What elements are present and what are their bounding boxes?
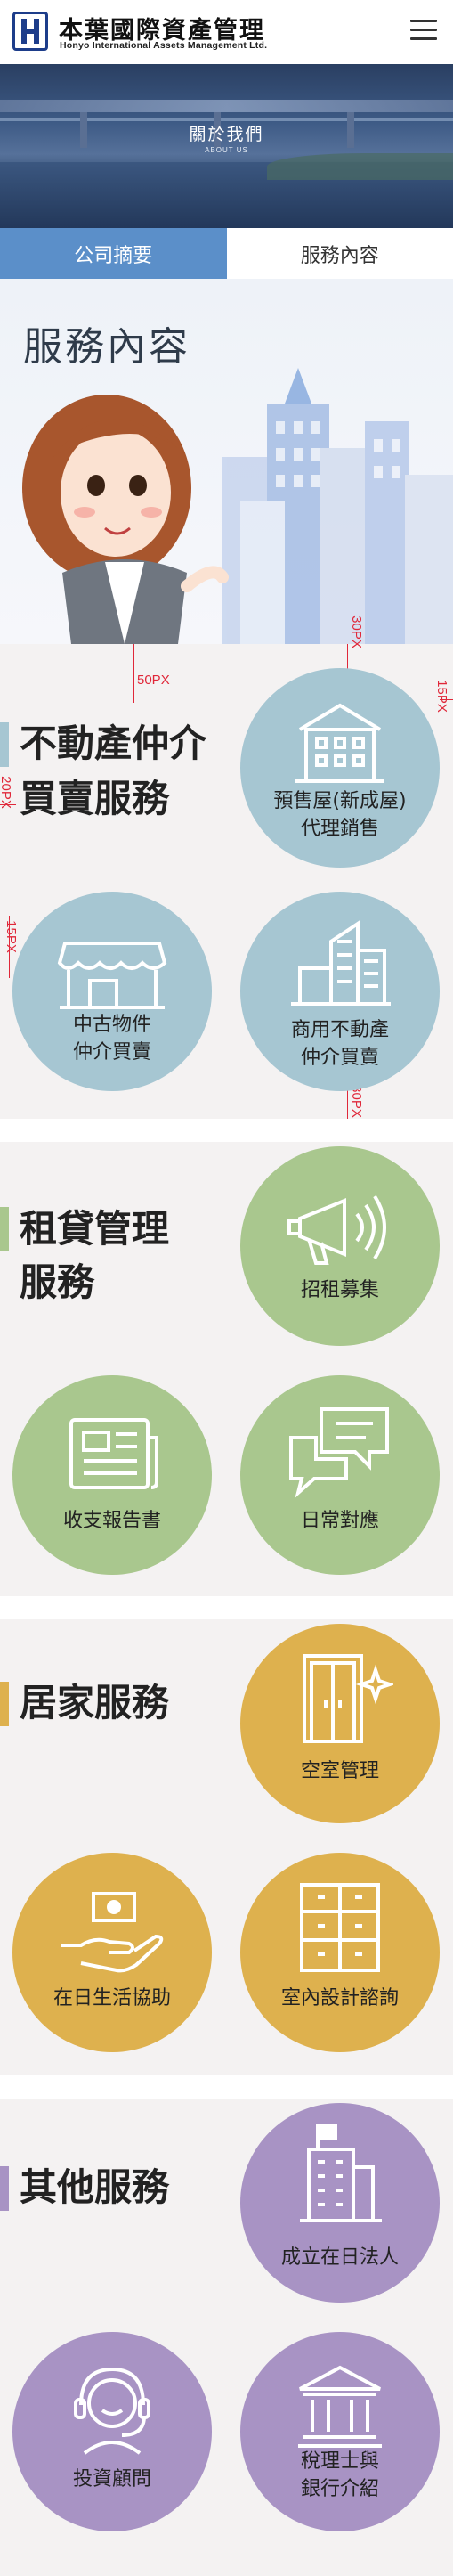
newspaper-icon [69, 1418, 158, 1489]
chat-icon [289, 1407, 389, 1498]
section-title: 居家服務 [20, 1681, 170, 1724]
city-icon [291, 920, 391, 1006]
service-label: 預售屋(新成屋) [273, 790, 407, 812]
section-home: 居家服務 空室管理 在日生活協助 室內設計諮詢 [0, 1619, 453, 2075]
service-presale-agency[interactable]: 預售屋(新成屋) 代理銷售 [240, 668, 440, 868]
service-label: 成立在日法人 [280, 2246, 399, 2269]
service-corporation-setup[interactable]: 成立在日法人 [240, 2103, 440, 2303]
section-title: 服務 [20, 1260, 95, 1304]
headset-icon [74, 2367, 150, 2455]
megaphone-icon [287, 1194, 386, 1265]
tab-bar: 公司摘要 服務內容 [0, 228, 453, 279]
tab-company-summary[interactable]: 公司摘要 [0, 228, 227, 279]
service-label: 投資顧問 [72, 2468, 151, 2490]
service-label: 代理銷售 [300, 818, 379, 840]
tab-services[interactable]: 服務內容 [226, 228, 453, 279]
service-investment-advice[interactable]: 投資顧問 [12, 2332, 212, 2531]
service-label: 在日生活協助 [53, 1987, 171, 2009]
service-label: 仲介買賣 [72, 1041, 151, 1064]
section-title: 不動產仲介 [20, 721, 207, 765]
section-real-estate: 50PX 30PX 15PX 20PX 15PX 30PX 不動產仲介 買賣服務… [0, 615, 453, 1119]
shore-image [267, 153, 453, 180]
service-label: 銀行介紹 [300, 2478, 379, 2500]
measure-label: 50PX [137, 673, 170, 688]
measure-line [347, 644, 348, 671]
shop-icon [57, 942, 167, 1009]
hero-illustration [22, 368, 453, 644]
service-label: 中古物件 [72, 1014, 151, 1036]
service-label: 收支報告書 [62, 1510, 161, 1532]
section-other: 其他服務 成立在日法人 投資顧問 稅理士與 銀行介紹 [0, 2099, 453, 2576]
brand-name-en: Honyo International Assets Management Lt… [60, 40, 268, 51]
service-financial-report[interactable]: 收支報告書 [12, 1375, 212, 1575]
service-used-property[interactable]: 中古物件 仲介買賣 [12, 892, 212, 1091]
service-vacancy-management[interactable]: 空室管理 [240, 1624, 440, 1823]
hand-money-icon [61, 1892, 164, 1973]
section-title: 買賣服務 [20, 777, 170, 820]
cabinet-icon [300, 1883, 380, 1972]
section-divider [0, 2075, 453, 2099]
page-banner: 關於我們 ABOUT US [0, 64, 453, 228]
section-title: 其他服務 [20, 2165, 170, 2209]
section-divider [0, 1596, 453, 1619]
service-label: 招租募集 [300, 1279, 379, 1301]
measure-line [133, 644, 134, 703]
section-divider [0, 1119, 453, 1142]
banner-subtitle: ABOUT US [205, 146, 248, 154]
hero-section: 服務內容 [0, 279, 453, 644]
section-rental: 租貸管理 服務 招租募集 收支報告書 日常對應 [0, 1142, 453, 1596]
section-title: 租貸管理 [20, 1207, 170, 1251]
measure-label: 15PX [3, 920, 19, 953]
hamburger-icon[interactable] [410, 20, 437, 41]
banner-title: 關於我們 [189, 125, 264, 144]
service-label: 日常對應 [300, 1510, 379, 1532]
service-tax-bank-referral[interactable]: 稅理士與 銀行介紹 [240, 2332, 440, 2531]
door-icon [303, 1654, 393, 1743]
bank-icon [298, 2365, 382, 2448]
bridge-image [0, 100, 453, 112]
measure-label: 30PX [348, 615, 364, 648]
service-commercial-property[interactable]: 商用不動產 仲介買賣 [240, 892, 440, 1091]
service-life-assistance[interactable]: 在日生活協助 [12, 1853, 212, 2052]
service-label: 室內設計諮詢 [280, 1987, 399, 2009]
service-tenant-recruitment[interactable]: 招租募集 [240, 1146, 440, 1346]
service-daily-support[interactable]: 日常對應 [240, 1375, 440, 1575]
service-label: 仲介買賣 [300, 1047, 379, 1069]
measure-label: 15PX [433, 680, 449, 713]
site-header: 本葉國際資產管理 Honyo International Assets Mana… [0, 0, 453, 64]
service-label: 稅理士與 [300, 2450, 379, 2473]
office-building-icon [300, 2124, 382, 2222]
service-label: 商用不動產 [290, 1019, 389, 1041]
service-interior-design[interactable]: 室內設計諮詢 [240, 1853, 440, 2052]
company-logo-icon[interactable] [12, 12, 48, 51]
service-label: 空室管理 [300, 1760, 379, 1782]
building-icon [295, 703, 384, 783]
